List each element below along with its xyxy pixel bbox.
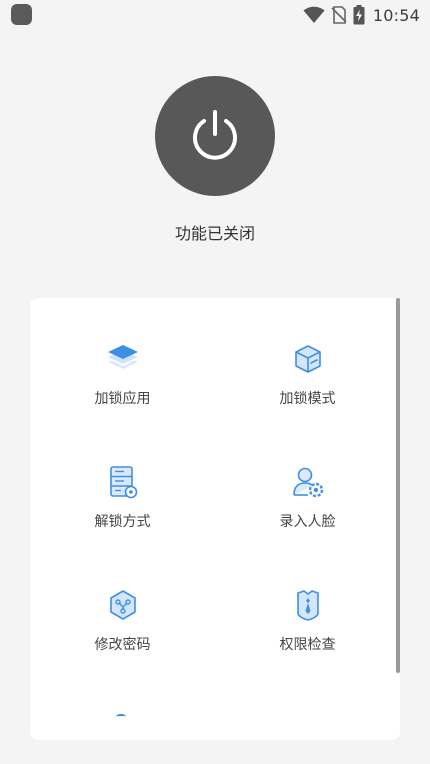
layers-icon (106, 342, 140, 376)
app-icon (11, 4, 32, 25)
power-button[interactable] (155, 76, 275, 196)
menu-label: 修改密码 (94, 637, 151, 653)
menu-label: 权限检查 (279, 637, 336, 653)
cube-icon (291, 342, 325, 376)
status-time: 10:54 (372, 5, 420, 25)
menu-item-permission-check[interactable]: 权限检查 (215, 588, 400, 688)
power-icon (193, 110, 237, 160)
user-gear-icon (291, 465, 325, 499)
battery-charging-icon (353, 5, 365, 25)
menu-label: 解锁方式 (94, 514, 151, 530)
status-icons: 10:54 (303, 4, 420, 26)
partial-next-item-icon (116, 714, 126, 719)
menu-card: 加锁应用 加锁模式 解锁方式 录入人脸 修改密码 权限检查 (30, 298, 400, 740)
menu-item-lock-mode[interactable]: 加锁模式 (215, 342, 400, 442)
menu-item-lock-apps[interactable]: 加锁应用 (30, 342, 215, 442)
menu-item-unlock-method[interactable]: 解锁方式 (30, 465, 215, 565)
status-bar: 10:54 (0, 0, 430, 30)
scrollbar[interactable] (396, 298, 400, 673)
no-sim-icon (331, 6, 347, 24)
wifi-icon (303, 6, 325, 24)
menu-label: 录入人脸 (279, 514, 336, 530)
menu-item-change-password[interactable]: 修改密码 (30, 588, 215, 688)
server-gear-icon (106, 465, 140, 499)
hexagon-key-icon (106, 588, 140, 622)
badge-tie-icon (291, 588, 325, 622)
power-status-text: 功能已关闭 (174, 224, 255, 243)
menu-label: 加锁模式 (279, 391, 336, 407)
menu-item-enroll-face[interactable]: 录入人脸 (215, 465, 400, 565)
menu-label: 加锁应用 (94, 391, 151, 407)
